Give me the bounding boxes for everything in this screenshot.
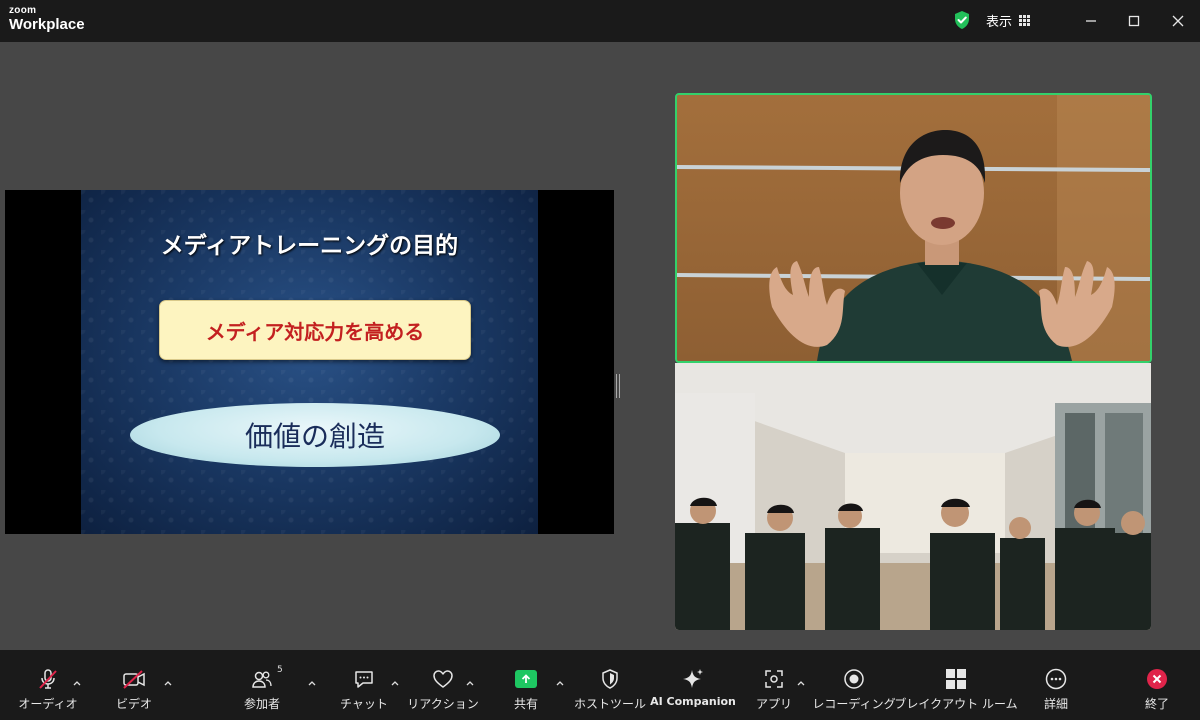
end-label: 終了 <box>1144 697 1169 711</box>
room-video-image <box>675 363 1151 630</box>
maximize-icon <box>1128 15 1140 27</box>
view-label: 表示 <box>986 14 1013 30</box>
close-icon <box>1172 15 1184 27</box>
presentation-slide: メディアトレーニングの目的 メディア対応力を高める 価値の創造 <box>81 190 538 534</box>
microphone-muted-icon <box>39 669 57 689</box>
participants-button[interactable]: 5 参加者 <box>236 665 288 715</box>
audio-button[interactable]: オーディオ <box>18 667 78 715</box>
ai-companion-button[interactable]: AI Companion <box>650 667 736 715</box>
end-meeting-icon <box>1147 669 1167 689</box>
reactions-button[interactable]: リアクション <box>407 667 479 715</box>
chat-icon <box>355 671 373 688</box>
grid-icon <box>1019 14 1031 26</box>
share-arrow-icon <box>515 670 537 688</box>
apps-options-caret-icon[interactable] <box>796 678 806 688</box>
participants-icon <box>252 671 272 688</box>
slide-highlight-box: メディア対応力を高める <box>159 300 471 360</box>
recording-button[interactable]: レコーディング <box>812 667 896 715</box>
recording-label: レコーディング <box>812 697 896 711</box>
shield-icon <box>602 669 618 689</box>
apps-label: アプリ <box>755 697 792 711</box>
brand-name: Workplace <box>9 16 85 33</box>
minimize-button[interactable] <box>1080 10 1102 32</box>
record-icon <box>844 669 864 689</box>
apps-button[interactable]: アプリ <box>752 667 796 715</box>
reactions-label: リアクション <box>407 697 479 711</box>
view-menu-button[interactable]: 表示 <box>952 7 1058 33</box>
host-tools-button[interactable]: ホストツール <box>574 667 646 715</box>
reactions-options-caret-icon[interactable] <box>465 678 475 688</box>
heart-icon <box>433 670 453 688</box>
slide-ellipse-text: 価値の創造 <box>244 420 385 453</box>
slide-title: メディアトレーニングの目的 <box>160 233 459 259</box>
ai-companion-label: AI Companion <box>650 695 736 708</box>
meeting-toolbar: オーディオ ビデオ 5 参加者 チャット リアクション 共有 ホストツール AI… <box>0 650 1200 720</box>
breakout-rooms-icon <box>946 669 966 689</box>
more-button[interactable]: 詳細 <box>1034 667 1078 715</box>
camera-off-icon <box>123 670 145 689</box>
breakout-rooms-label: ブレイクアウト ルーム <box>894 697 1018 711</box>
participants-label: 参加者 <box>243 697 280 711</box>
chat-button[interactable]: チャット <box>338 667 390 715</box>
app-logo: zoom Workplace <box>9 5 85 33</box>
shield-check-icon[interactable] <box>952 10 972 30</box>
audio-label: オーディオ <box>18 697 78 711</box>
video-button[interactable]: ビデオ <box>108 667 160 715</box>
speaker-video-image <box>677 95 1150 361</box>
maximize-button[interactable] <box>1123 10 1145 32</box>
chat-label: チャット <box>340 697 388 711</box>
slide-ellipse: 価値の創造 <box>130 403 500 467</box>
participant-count-badge: 5 <box>277 665 283 675</box>
minimize-icon <box>1086 20 1096 22</box>
end-meeting-button[interactable]: 終了 <box>1136 667 1178 715</box>
share-options-caret-icon[interactable] <box>555 678 565 688</box>
sparkle-icon <box>683 669 703 688</box>
participants-options-caret-icon[interactable] <box>307 678 317 688</box>
more-label: 詳細 <box>1043 697 1068 711</box>
share-screen-button[interactable]: 共有 <box>504 667 548 715</box>
chat-options-caret-icon[interactable] <box>390 678 400 688</box>
video-options-caret-icon[interactable] <box>163 678 173 688</box>
apps-icon <box>765 670 783 688</box>
share-label: 共有 <box>513 697 538 711</box>
room-video-tile[interactable] <box>675 363 1151 630</box>
close-window-button[interactable] <box>1167 10 1189 32</box>
video-label: ビデオ <box>115 697 152 711</box>
slide-box-text: メディア対応力を高める <box>205 319 425 344</box>
shared-screen[interactable]: メディアトレーニングの目的 メディア対応力を高める 価値の創造 <box>5 190 614 534</box>
more-icon <box>1045 668 1067 690</box>
breakout-rooms-button[interactable]: ブレイクアウト ルーム <box>894 667 1018 715</box>
speaker-video-tile[interactable] <box>675 93 1152 363</box>
brand-small-text: zoom <box>9 5 37 16</box>
host-tools-label: ホストツール <box>574 697 647 711</box>
title-bar: zoom Workplace 表示 <box>0 0 1200 42</box>
split-resize-handle[interactable] <box>616 374 620 398</box>
audio-options-caret-icon[interactable] <box>72 678 82 688</box>
